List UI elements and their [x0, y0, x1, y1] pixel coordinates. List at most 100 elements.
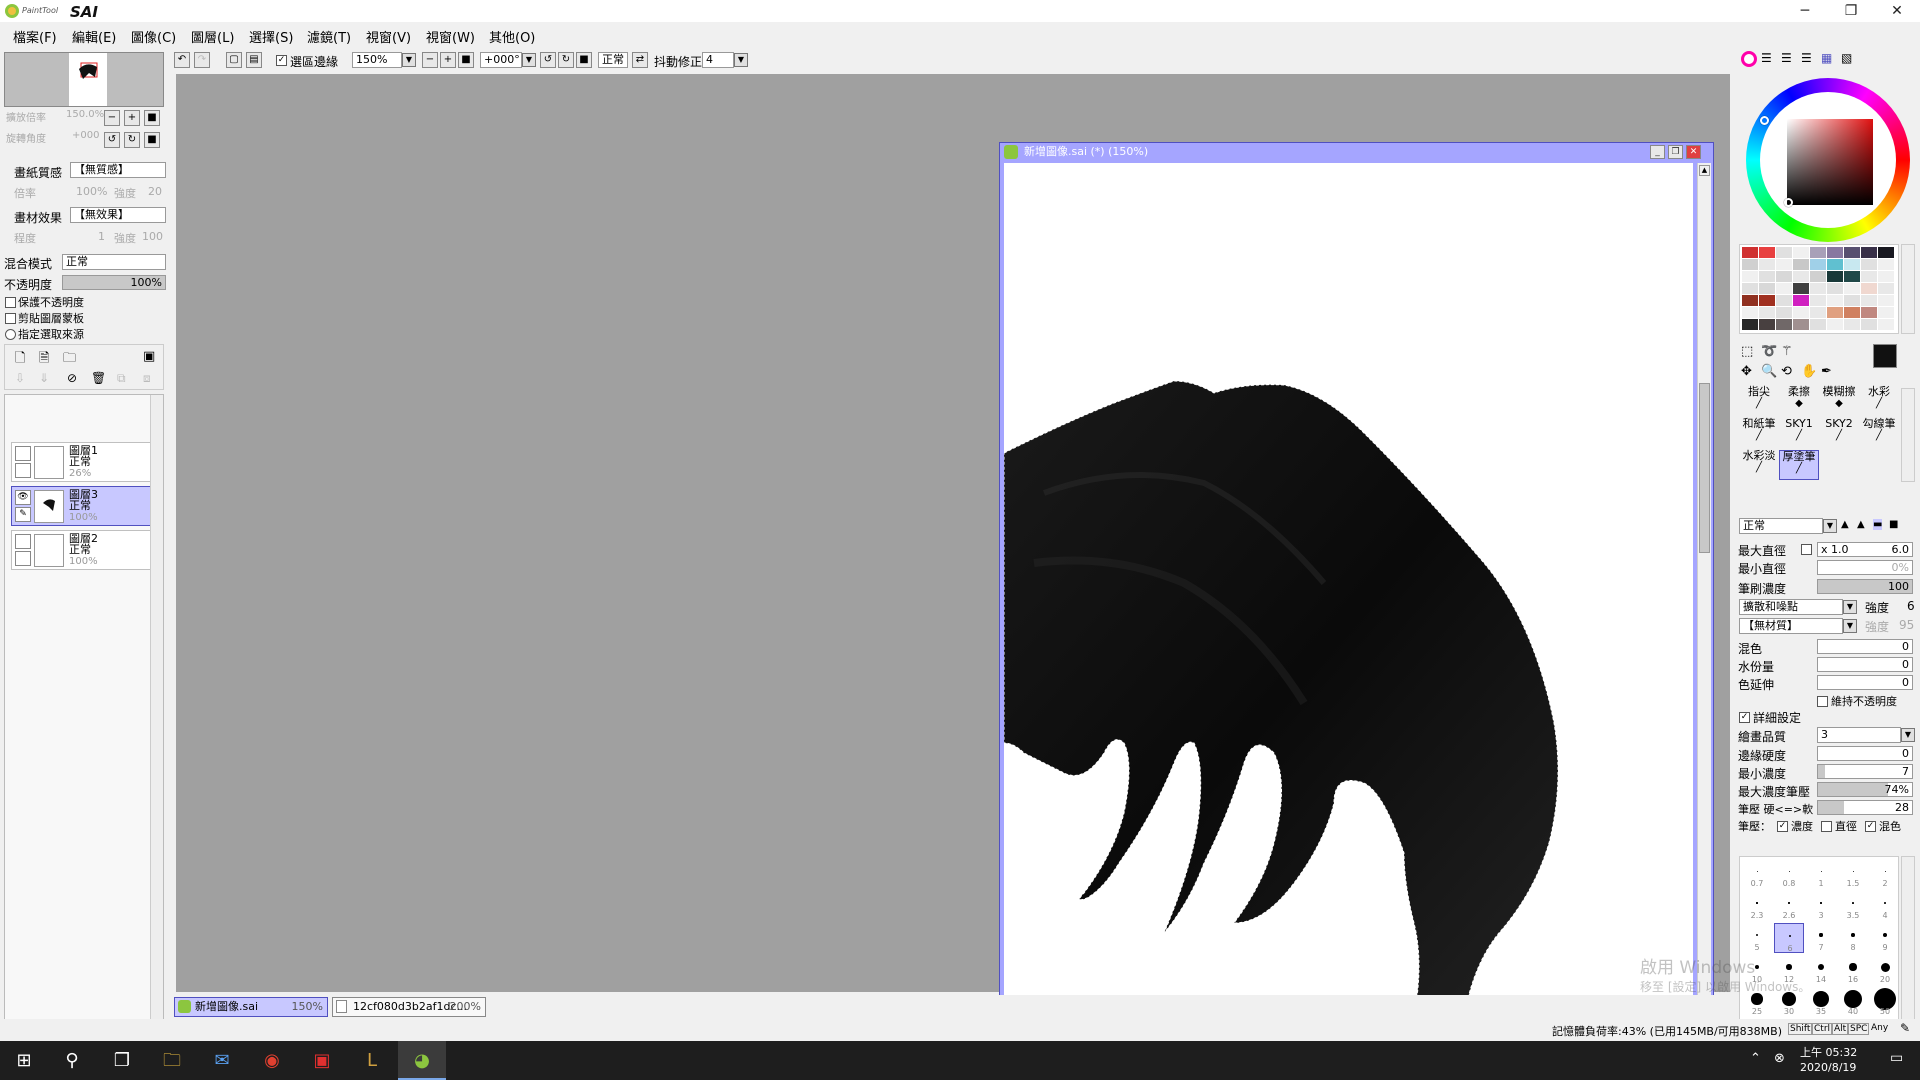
invert-selection-icon[interactable]: ▤: [246, 52, 262, 68]
color-swatch[interactable]: [1861, 307, 1877, 318]
color-swatch[interactable]: [1827, 247, 1843, 258]
menu-selection[interactable]: 選擇(S): [249, 27, 293, 46]
brush-cell[interactable]: 柔擦 ◆: [1779, 386, 1819, 416]
layer-row[interactable]: 圖層1 正常 26%: [11, 442, 153, 482]
redo-icon[interactable]: ↷: [194, 52, 210, 68]
brush-cell[interactable]: SKY1 ╱: [1779, 418, 1819, 448]
max-size-slider[interactable]: x 1.0 6.0: [1817, 542, 1913, 557]
color-swatch[interactable]: [1742, 319, 1758, 330]
brush-texture-select[interactable]: 【無材質】: [1739, 618, 1843, 634]
visibility-toggle[interactable]: [15, 446, 31, 461]
color-swatch[interactable]: [1844, 283, 1860, 294]
edge-slider[interactable]: 0: [1817, 746, 1913, 761]
color-swatch[interactable]: [1810, 247, 1826, 258]
rotate-reset-icon[interactable]: ■: [144, 132, 160, 148]
color-swatch[interactable]: [1759, 271, 1775, 282]
effect-degree-value[interactable]: 1: [98, 230, 105, 243]
zoom-reset-icon[interactable]: ■: [144, 110, 160, 126]
color-swatch[interactable]: [1810, 271, 1826, 282]
angle-dropdown-icon[interactable]: ▼: [522, 53, 536, 67]
layer-mask-icon[interactable]: ▣: [143, 349, 155, 364]
zoom-select[interactable]: 150%: [352, 52, 402, 68]
merge-down-icon[interactable]: ⇓: [39, 371, 49, 385]
notification-icon[interactable]: ▭: [1890, 1050, 1903, 1066]
quality-dropdown-icon[interactable]: ▼: [1901, 728, 1915, 742]
min-size-slider[interactable]: 0%: [1817, 560, 1913, 575]
navigator-preview[interactable]: [4, 52, 164, 107]
rect-select-icon[interactable]: ⬚: [1741, 344, 1753, 359]
pressure-size-checkbox[interactable]: [1821, 821, 1832, 832]
view-blend-select[interactable]: 正常: [598, 52, 628, 68]
brush-cell[interactable]: SKY2 ╱: [1819, 418, 1859, 448]
zoom-out-icon[interactable]: −: [104, 110, 120, 126]
quality-select[interactable]: 3: [1817, 727, 1901, 743]
angle-select[interactable]: +000°: [480, 52, 522, 68]
zoom-value[interactable]: 150.0%: [66, 109, 104, 120]
brush-cell[interactable]: 模糊擦 ◆: [1819, 386, 1859, 416]
paper-effect-select[interactable]: 【無效果】: [70, 207, 166, 223]
color-swatch[interactable]: [1776, 259, 1792, 270]
color-swatch[interactable]: [1827, 319, 1843, 330]
color-swatch[interactable]: [1793, 307, 1809, 318]
keep-opacity-checkbox[interactable]: [1817, 696, 1828, 707]
lasso-icon[interactable]: ➰: [1761, 344, 1777, 359]
clear-layer-icon[interactable]: ⊘: [67, 371, 77, 385]
new-linework-layer-icon[interactable]: 🗎: [39, 349, 49, 371]
copy-layer-icon[interactable]: ⧉: [117, 371, 126, 386]
color-swatch[interactable]: [1861, 259, 1877, 270]
color-swatch[interactable]: [1844, 319, 1860, 330]
color-swatch[interactable]: [1844, 271, 1860, 282]
color-swatch[interactable]: [1776, 247, 1792, 258]
rotate-left-icon[interactable]: ↺: [104, 132, 120, 148]
color-swatch[interactable]: [1742, 307, 1758, 318]
saturation-value-box[interactable]: [1787, 119, 1873, 205]
max-size-lock-checkbox[interactable]: [1801, 544, 1812, 555]
restore-button[interactable]: ❐: [1828, 0, 1874, 22]
tray-chevron-icon[interactable]: ⌃: [1750, 1051, 1761, 1066]
color-swatch[interactable]: [1759, 295, 1775, 306]
lock-layer-icon[interactable]: ⧈: [143, 371, 151, 386]
hue-picker[interactable]: [1760, 116, 1769, 125]
brush-texture-dropdown-icon[interactable]: ▼: [1843, 619, 1857, 633]
rotate-right-toolbar-icon[interactable]: ↻: [558, 52, 574, 68]
menu-filter[interactable]: 濾鏡(T): [307, 27, 351, 46]
brush-size-cell[interactable]: 0.7: [1742, 859, 1772, 889]
menu-edit[interactable]: 編輯(E): [72, 27, 116, 46]
eyedropper-icon[interactable]: ✒: [1821, 364, 1832, 379]
shape-flat-icon[interactable]: ▬: [1873, 519, 1883, 530]
shape-strength-value[interactable]: 6: [1907, 599, 1915, 613]
brush-size-cell[interactable]: 7: [1806, 923, 1836, 953]
move-icon[interactable]: ✥: [1741, 364, 1752, 379]
undo-icon[interactable]: ↶: [174, 52, 190, 68]
brush-size-cell[interactable]: 2.3: [1742, 891, 1772, 921]
rotate-right-icon[interactable]: ↻: [124, 132, 140, 148]
color-swatch[interactable]: [1793, 271, 1809, 282]
blend-mode-select[interactable]: 正常: [62, 254, 166, 270]
brush-cell[interactable]: 指尖 ╱: [1739, 386, 1779, 416]
brush-size-cell[interactable]: 8: [1838, 923, 1868, 953]
close-button[interactable]: ✕: [1874, 0, 1920, 22]
color-swatch[interactable]: [1861, 247, 1877, 258]
max-pressure-slider[interactable]: 74%: [1817, 782, 1913, 797]
rotate-icon[interactable]: ⟲: [1781, 364, 1792, 379]
advanced-checkbox[interactable]: ✓: [1739, 712, 1750, 723]
brush-size-cell[interactable]: 40: [1838, 987, 1868, 1017]
rgb-slider-tab-icon[interactable]: ☰: [1761, 51, 1772, 65]
layer-lock-toggle[interactable]: [15, 463, 31, 478]
brush-cell[interactable]: 水彩 ╱: [1859, 386, 1899, 416]
brush-size-cell[interactable]: 9: [1870, 923, 1900, 953]
canvas-restore-button[interactable]: ❐: [1668, 145, 1683, 159]
shape-square-icon[interactable]: ■: [1889, 519, 1898, 530]
layer-row[interactable]: 圖層2 正常 100%: [11, 530, 153, 570]
shape-round-icon[interactable]: ▲: [1841, 519, 1849, 530]
doc-tab[interactable]: 新增圖像.sai 150%: [174, 997, 328, 1017]
brush-cell[interactable]: 勾線筆 ╱: [1859, 418, 1899, 448]
color-swatch[interactable]: [1776, 283, 1792, 294]
vertical-scroll-thumb[interactable]: [1699, 383, 1710, 553]
menu-other[interactable]: 其他(O): [489, 27, 535, 46]
color-swatch[interactable]: [1759, 283, 1775, 294]
layer-row[interactable]: 👁 ✎ 圖層3 正常 100%: [11, 486, 153, 526]
canvas-minimize-button[interactable]: _: [1650, 145, 1665, 159]
swatch-scrollbar[interactable]: [1901, 244, 1915, 334]
zoom-reset-toolbar-icon[interactable]: ■: [458, 52, 474, 68]
